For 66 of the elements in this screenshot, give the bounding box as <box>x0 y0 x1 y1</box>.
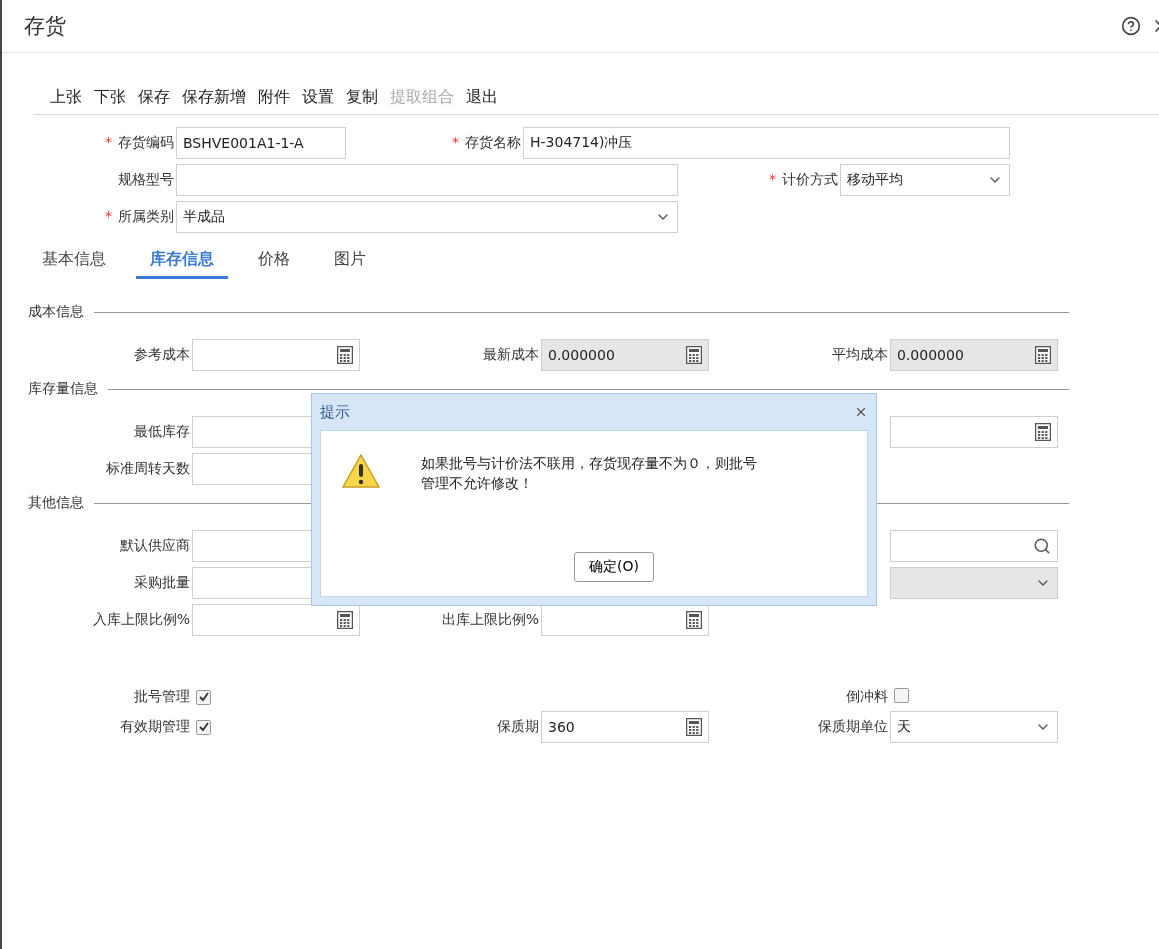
field-label: 出库上限比例% <box>440 611 539 629</box>
window-title: 存货 <box>24 13 67 40</box>
field-label: 最新成本 <box>482 346 539 364</box>
number-field[interactable]: 0.000000 <box>541 339 709 371</box>
toolbar-button[interactable]: 附件 <box>258 87 290 108</box>
field-label: 参考成本 <box>133 346 190 364</box>
search-icon[interactable] <box>1033 537 1051 555</box>
help-icon[interactable] <box>1121 16 1141 36</box>
lookup-field[interactable] <box>890 530 1058 562</box>
field-label: * 计价方式 <box>768 171 838 189</box>
tab[interactable]: 图片 <box>320 243 380 279</box>
toolbar-button[interactable]: 复制 <box>346 87 378 108</box>
dialog-message: 如果批号与计价法不联用，存货现存量不为０，则批号管理不允许修改！ <box>421 454 758 493</box>
checkbox[interactable] <box>196 689 211 705</box>
input-field[interactable]: BSHVE001A1-1-A <box>176 127 346 159</box>
toolbar-button[interactable]: 下张 <box>94 87 126 108</box>
tab[interactable]: 库存信息 <box>136 243 228 279</box>
close-icon[interactable] <box>854 405 868 419</box>
field-label: 倒冲料 <box>845 688 888 706</box>
field-label: 入库上限比例% <box>91 611 190 629</box>
input-field[interactable]: H-304714)冲压 <box>523 127 1010 159</box>
field-label: 标准周转天数 <box>105 460 190 478</box>
toolbar-button[interactable]: 退出 <box>466 87 498 108</box>
field-label: 采购批量 <box>133 574 190 592</box>
calculator-icon[interactable] <box>686 346 702 364</box>
number-field[interactable]: 0.000000 <box>890 339 1058 371</box>
toolbar-button[interactable]: 保存 <box>138 87 170 108</box>
tab[interactable]: 价格 <box>244 243 304 279</box>
toolbar-button[interactable]: 上张 <box>50 87 82 108</box>
input-field[interactable] <box>176 164 678 196</box>
field-label: * 存货编码 <box>104 134 174 152</box>
field-label: 有效期管理 <box>119 718 190 736</box>
field-label: * 存货名称 <box>451 134 521 152</box>
warning-icon <box>341 453 381 489</box>
field-label: 最低库存 <box>133 423 190 441</box>
tab[interactable]: 基本信息 <box>28 243 120 279</box>
dropdown[interactable]: 天 <box>890 711 1058 743</box>
field-label: * 所属类别 <box>104 208 174 226</box>
number-field[interactable] <box>541 604 709 636</box>
calculator-icon[interactable] <box>1035 346 1051 364</box>
dropdown[interactable]: 半成品 <box>176 201 678 233</box>
checkbox[interactable] <box>196 719 211 735</box>
calculator-icon[interactable] <box>686 718 702 736</box>
field-label: 保质期 <box>496 718 539 736</box>
field-label: 默认供应商 <box>119 537 190 555</box>
field-label: 批号管理 <box>133 688 190 706</box>
section-title: 库存量信息 <box>28 380 98 398</box>
calculator-icon[interactable] <box>1035 423 1051 441</box>
section-title: 成本信息 <box>28 303 84 321</box>
field-label: 平均成本 <box>831 346 888 364</box>
dropdown[interactable]: 移动平均 <box>840 164 1010 196</box>
toolbar-button[interactable]: 保存新增 <box>182 87 246 108</box>
dialog-title: 提示 <box>320 402 350 422</box>
field-label: 规格型号 <box>117 171 174 189</box>
calculator-icon[interactable] <box>337 346 353 364</box>
number-field[interactable] <box>890 416 1058 448</box>
field-label: 保质期单位 <box>817 718 888 736</box>
checkbox[interactable] <box>894 688 909 703</box>
number-field[interactable] <box>192 339 360 371</box>
section-title: 其他信息 <box>28 494 84 512</box>
number-field[interactable] <box>192 604 360 636</box>
toolbar-button[interactable]: 设置 <box>302 87 334 108</box>
number-field[interactable]: 360 <box>541 711 709 743</box>
ok-button[interactable]: 确定(O) <box>574 552 654 582</box>
calculator-icon[interactable] <box>686 611 702 629</box>
calculator-icon[interactable] <box>337 611 353 629</box>
